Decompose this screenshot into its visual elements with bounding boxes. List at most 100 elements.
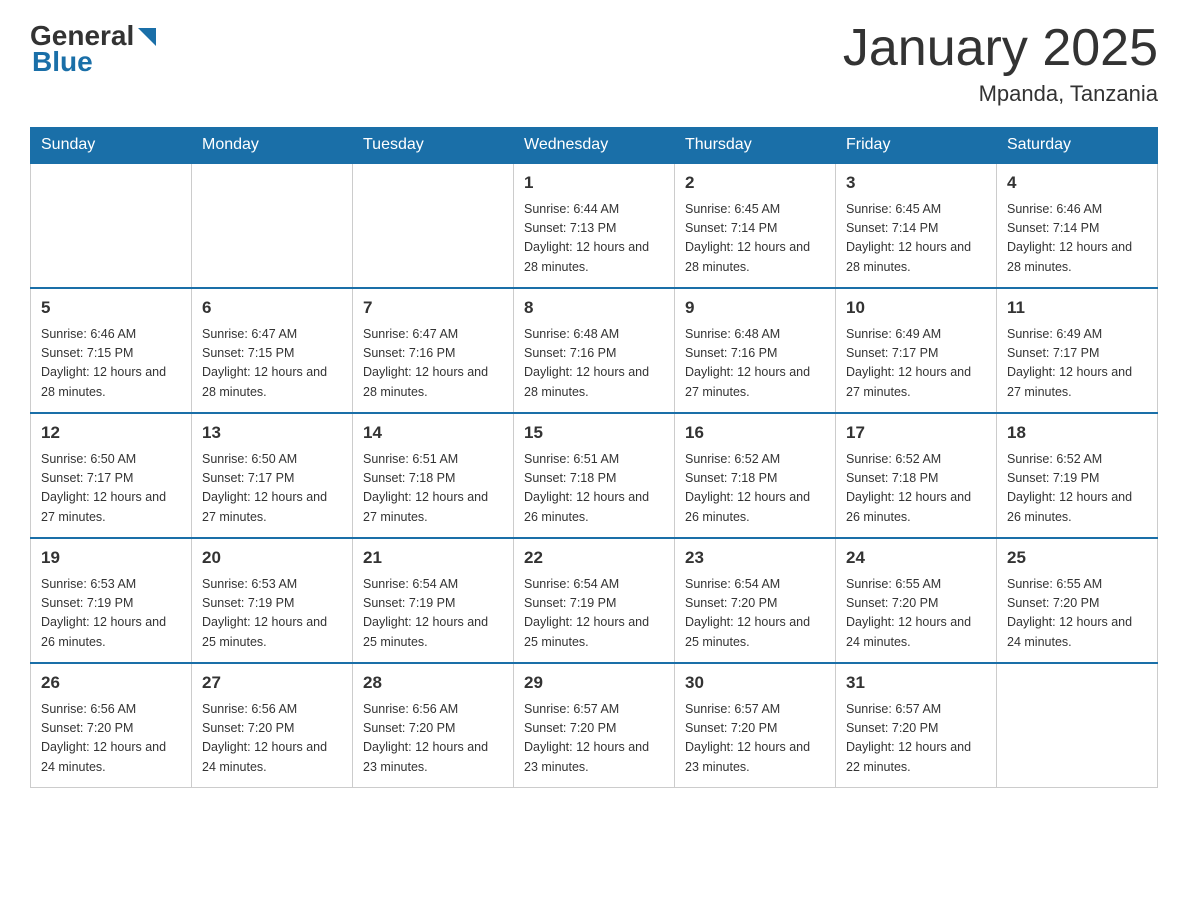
calendar-cell: 18 Sunrise: 6:52 AM Sunset: 7:19 PM Dayli… [997, 413, 1158, 538]
day-info: Sunrise: 6:44 AM Sunset: 7:13 PM Dayligh… [524, 200, 664, 278]
calendar-cell [353, 163, 514, 288]
day-number: 8 [524, 295, 664, 321]
weekday-header-wednesday: Wednesday [514, 128, 675, 164]
calendar-cell: 25 Sunrise: 6:55 AM Sunset: 7:20 PM Dayli… [997, 538, 1158, 663]
day-info: Sunrise: 6:46 AM Sunset: 7:14 PM Dayligh… [1007, 200, 1147, 278]
day-info: Sunrise: 6:51 AM Sunset: 7:18 PM Dayligh… [524, 450, 664, 528]
calendar-cell: 3 Sunrise: 6:45 AM Sunset: 7:14 PM Daylig… [836, 163, 997, 288]
calendar-cell: 13 Sunrise: 6:50 AM Sunset: 7:17 PM Dayli… [192, 413, 353, 538]
day-info: Sunrise: 6:46 AM Sunset: 7:15 PM Dayligh… [41, 325, 181, 403]
day-number: 7 [363, 295, 503, 321]
day-number: 6 [202, 295, 342, 321]
day-info: Sunrise: 6:49 AM Sunset: 7:17 PM Dayligh… [846, 325, 986, 403]
logo-blue-text: Blue [32, 46, 93, 78]
day-number: 26 [41, 670, 181, 696]
day-info: Sunrise: 6:52 AM Sunset: 7:18 PM Dayligh… [685, 450, 825, 528]
day-number: 10 [846, 295, 986, 321]
calendar-cell: 28 Sunrise: 6:56 AM Sunset: 7:20 PM Dayli… [353, 663, 514, 788]
calendar-week-row: 12 Sunrise: 6:50 AM Sunset: 7:17 PM Dayli… [31, 413, 1158, 538]
day-number: 16 [685, 420, 825, 446]
page-header: General Blue January 2025 Mpanda, Tanzan… [30, 20, 1158, 107]
day-info: Sunrise: 6:57 AM Sunset: 7:20 PM Dayligh… [846, 700, 986, 778]
calendar-cell: 24 Sunrise: 6:55 AM Sunset: 7:20 PM Dayli… [836, 538, 997, 663]
day-info: Sunrise: 6:56 AM Sunset: 7:20 PM Dayligh… [41, 700, 181, 778]
calendar-cell: 26 Sunrise: 6:56 AM Sunset: 7:20 PM Dayli… [31, 663, 192, 788]
day-info: Sunrise: 6:56 AM Sunset: 7:20 PM Dayligh… [202, 700, 342, 778]
day-number: 29 [524, 670, 664, 696]
day-info: Sunrise: 6:53 AM Sunset: 7:19 PM Dayligh… [202, 575, 342, 653]
calendar-cell: 14 Sunrise: 6:51 AM Sunset: 7:18 PM Dayli… [353, 413, 514, 538]
day-number: 25 [1007, 545, 1147, 571]
day-info: Sunrise: 6:51 AM Sunset: 7:18 PM Dayligh… [363, 450, 503, 528]
calendar-cell: 8 Sunrise: 6:48 AM Sunset: 7:16 PM Daylig… [514, 288, 675, 413]
calendar-cell: 22Sunrise: 6:54 AM Sunset: 7:19 PM Dayli… [514, 538, 675, 663]
weekday-header-monday: Monday [192, 128, 353, 164]
day-number: 2 [685, 170, 825, 196]
calendar-header-row: SundayMondayTuesdayWednesdayThursdayFrid… [31, 128, 1158, 164]
day-number: 30 [685, 670, 825, 696]
day-number: 3 [846, 170, 986, 196]
calendar-cell: 27 Sunrise: 6:56 AM Sunset: 7:20 PM Dayli… [192, 663, 353, 788]
logo: General Blue [30, 20, 158, 78]
day-number: 9 [685, 295, 825, 321]
weekday-header-saturday: Saturday [997, 128, 1158, 164]
day-info: Sunrise: 6:48 AM Sunset: 7:16 PM Dayligh… [685, 325, 825, 403]
calendar-cell [997, 663, 1158, 788]
day-number: 23 [685, 545, 825, 571]
calendar-cell: 10 Sunrise: 6:49 AM Sunset: 7:17 PM Dayli… [836, 288, 997, 413]
day-info: Sunrise: 6:56 AM Sunset: 7:20 PM Dayligh… [363, 700, 503, 778]
calendar-cell: 20 Sunrise: 6:53 AM Sunset: 7:19 PM Dayli… [192, 538, 353, 663]
day-info: Sunrise: 6:47 AM Sunset: 7:16 PM Dayligh… [363, 325, 503, 403]
calendar-cell: 31 Sunrise: 6:57 AM Sunset: 7:20 PM Dayli… [836, 663, 997, 788]
day-info: Sunrise: 6:45 AM Sunset: 7:14 PM Dayligh… [846, 200, 986, 278]
logo-triangle-icon [136, 26, 158, 48]
calendar-cell: 29Sunrise: 6:57 AM Sunset: 7:20 PM Dayli… [514, 663, 675, 788]
calendar-cell: 15 Sunrise: 6:51 AM Sunset: 7:18 PM Dayli… [514, 413, 675, 538]
weekday-header-tuesday: Tuesday [353, 128, 514, 164]
day-info: Sunrise: 6:57 AM Sunset: 7:20 PM Dayligh… [685, 700, 825, 778]
day-number: 24 [846, 545, 986, 571]
calendar-cell: 17 Sunrise: 6:52 AM Sunset: 7:18 PM Dayli… [836, 413, 997, 538]
calendar-cell: 21Sunrise: 6:54 AM Sunset: 7:19 PM Dayli… [353, 538, 514, 663]
day-number: 18 [1007, 420, 1147, 446]
calendar-cell: 6Sunrise: 6:47 AM Sunset: 7:15 PM Daylig… [192, 288, 353, 413]
day-info: Sunrise: 6:50 AM Sunset: 7:17 PM Dayligh… [41, 450, 181, 528]
day-info: Sunrise: 6:48 AM Sunset: 7:16 PM Dayligh… [524, 325, 664, 403]
day-number: 20 [202, 545, 342, 571]
day-info: Sunrise: 6:53 AM Sunset: 7:19 PM Dayligh… [41, 575, 181, 653]
day-number: 31 [846, 670, 986, 696]
location-subtitle: Mpanda, Tanzania [843, 81, 1158, 107]
month-title: January 2025 [843, 20, 1158, 77]
calendar-cell [31, 163, 192, 288]
weekday-header-friday: Friday [836, 128, 997, 164]
day-info: Sunrise: 6:54 AM Sunset: 7:19 PM Dayligh… [363, 575, 503, 653]
calendar-cell: 30 Sunrise: 6:57 AM Sunset: 7:20 PM Dayli… [675, 663, 836, 788]
day-info: Sunrise: 6:54 AM Sunset: 7:19 PM Dayligh… [524, 575, 664, 653]
day-number: 12 [41, 420, 181, 446]
day-info: Sunrise: 6:52 AM Sunset: 7:18 PM Dayligh… [846, 450, 986, 528]
day-number: 11 [1007, 295, 1147, 321]
day-number: 1 [524, 170, 664, 196]
calendar-cell: 2 Sunrise: 6:45 AM Sunset: 7:14 PM Daylig… [675, 163, 836, 288]
day-info: Sunrise: 6:49 AM Sunset: 7:17 PM Dayligh… [1007, 325, 1147, 403]
day-number: 28 [363, 670, 503, 696]
calendar-cell [192, 163, 353, 288]
day-number: 14 [363, 420, 503, 446]
calendar-cell: 4Sunrise: 6:46 AM Sunset: 7:14 PM Daylig… [997, 163, 1158, 288]
weekday-header-thursday: Thursday [675, 128, 836, 164]
day-info: Sunrise: 6:50 AM Sunset: 7:17 PM Dayligh… [202, 450, 342, 528]
day-info: Sunrise: 6:55 AM Sunset: 7:20 PM Dayligh… [846, 575, 986, 653]
day-number: 5 [41, 295, 181, 321]
weekday-header-sunday: Sunday [31, 128, 192, 164]
day-number: 27 [202, 670, 342, 696]
day-info: Sunrise: 6:52 AM Sunset: 7:19 PM Dayligh… [1007, 450, 1147, 528]
day-info: Sunrise: 6:55 AM Sunset: 7:20 PM Dayligh… [1007, 575, 1147, 653]
calendar-cell: 12 Sunrise: 6:50 AM Sunset: 7:17 PM Dayli… [31, 413, 192, 538]
day-number: 15 [524, 420, 664, 446]
calendar-cell: 23Sunrise: 6:54 AM Sunset: 7:20 PM Dayli… [675, 538, 836, 663]
day-info: Sunrise: 6:45 AM Sunset: 7:14 PM Dayligh… [685, 200, 825, 278]
calendar-week-row: 5 Sunrise: 6:46 AM Sunset: 7:15 PM Daylig… [31, 288, 1158, 413]
day-number: 13 [202, 420, 342, 446]
day-number: 17 [846, 420, 986, 446]
calendar-cell: 9 Sunrise: 6:48 AM Sunset: 7:16 PM Daylig… [675, 288, 836, 413]
